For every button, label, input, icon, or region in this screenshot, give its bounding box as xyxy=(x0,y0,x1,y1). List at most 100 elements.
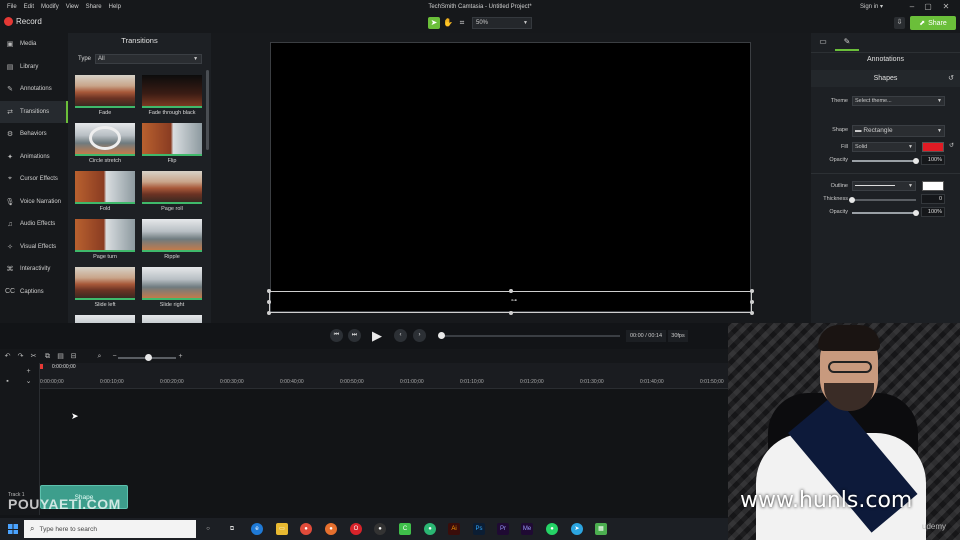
export-icon[interactable]: ⇩ xyxy=(894,17,905,29)
menu-edit[interactable]: Edit xyxy=(24,4,34,10)
outline-style-dropdown[interactable]: ▼ xyxy=(852,181,916,191)
reset-icon[interactable]: ↺ xyxy=(948,70,954,87)
undo-icon[interactable]: ↶ xyxy=(3,352,12,361)
menu-view[interactable]: View xyxy=(66,4,79,10)
transition-fade-through-black[interactable]: Fade through black xyxy=(142,75,202,116)
thickness-value[interactable]: 0 xyxy=(921,194,945,204)
transition-page-turn[interactable]: Page turn xyxy=(75,219,135,260)
sidebar-item-library[interactable]: ▤ Library xyxy=(0,56,68,79)
transition-fold[interactable]: Fold xyxy=(75,171,135,212)
reset-color-icon[interactable]: ↺ xyxy=(949,142,954,149)
outline-opacity-value[interactable]: 100% xyxy=(921,207,945,217)
slider-knob[interactable] xyxy=(913,158,919,164)
magnet-icon[interactable]: ▪ xyxy=(3,377,12,386)
menu-share[interactable]: Share xyxy=(86,4,102,10)
paste-icon[interactable]: ▤ xyxy=(56,352,65,361)
copy-icon[interactable]: ⧉ xyxy=(43,352,52,361)
step-back-icon[interactable]: ⏮ xyxy=(330,329,343,342)
app-window-icon[interactable]: ▦ xyxy=(595,523,607,535)
resize-handle[interactable] xyxy=(750,289,754,293)
edge-icon[interactable]: e xyxy=(251,523,263,535)
resize-handle[interactable] xyxy=(509,311,513,315)
transition-circle-stretch[interactable]: Circle stretch xyxy=(75,123,135,164)
cortana-icon[interactable]: ○ xyxy=(202,523,214,535)
thickness-slider[interactable] xyxy=(849,197,916,203)
step-forward-icon[interactable]: ⏭ xyxy=(348,329,361,342)
split-icon[interactable]: ⊟ xyxy=(69,352,78,361)
zoom-in-icon[interactable]: + xyxy=(176,352,185,361)
sidebar-item-captions[interactable]: CC Captions xyxy=(0,281,68,304)
close-icon[interactable]: ✕ xyxy=(940,1,952,13)
sidebar-item-transitions[interactable]: ⇄ Transitions xyxy=(0,100,68,123)
shape-dropdown[interactable]: ▬ Rectangle ▼ xyxy=(852,125,945,137)
track-area[interactable] xyxy=(40,389,728,515)
camtasia-icon[interactable]: C xyxy=(399,523,411,535)
telegram-icon[interactable]: ➤ xyxy=(571,523,583,535)
slider-knob[interactable] xyxy=(849,197,855,203)
outline-color-swatch[interactable] xyxy=(922,181,944,191)
previous-icon[interactable]: ‹ xyxy=(394,329,407,342)
fill-color-swatch[interactable] xyxy=(922,142,944,152)
resize-handle[interactable] xyxy=(267,300,271,304)
sidebar-item-behaviors[interactable]: ⚙ Behaviors xyxy=(0,123,68,146)
transition-ripple[interactable]: Ripple xyxy=(142,219,202,260)
record-button[interactable]: Record xyxy=(4,17,42,26)
slider-knob[interactable] xyxy=(913,210,919,216)
maximize-icon[interactable]: ▢ xyxy=(922,1,934,13)
menu-help[interactable]: Help xyxy=(109,4,121,10)
premiere-icon[interactable]: Pr xyxy=(497,523,509,535)
chrome-icon[interactable]: ● xyxy=(300,523,312,535)
annotation-properties-tab-icon[interactable]: ✎ xyxy=(835,37,859,51)
fill-type-dropdown[interactable]: Solid ▼ xyxy=(852,142,916,152)
add-track-icon[interactable]: + xyxy=(24,367,33,376)
hand-pan-icon[interactable]: ✋ xyxy=(442,17,454,29)
move-handle-icon[interactable]: ⊶ xyxy=(508,298,520,304)
visual-properties-tab-icon[interactable]: ▭ xyxy=(811,37,835,51)
minimize-icon[interactable]: – xyxy=(906,1,918,13)
windows-start-icon[interactable] xyxy=(8,524,18,534)
sidebar-item-audio-effects[interactable]: ♫ Audio Effects xyxy=(0,213,68,236)
taskbar-search-box[interactable]: ⌕ Type here to search xyxy=(24,520,196,538)
next-icon[interactable]: › xyxy=(413,329,426,342)
menu-modify[interactable]: Modify xyxy=(41,4,59,10)
play-icon[interactable]: ▶ xyxy=(368,327,386,345)
sign-in-link[interactable]: Sign in ▾ xyxy=(860,3,883,10)
fill-opacity-value[interactable]: 100% xyxy=(921,155,945,165)
sidebar-item-voice-narration[interactable]: 🎙 Voice Narration xyxy=(0,191,68,214)
resize-handle[interactable] xyxy=(509,289,513,293)
sidebar-item-interactivity[interactable]: ⌘ Interactivity xyxy=(0,258,68,281)
theme-dropdown[interactable]: Select theme... ▼ xyxy=(852,96,945,106)
playhead-marker[interactable] xyxy=(40,364,43,369)
sidebar-item-media[interactable]: ▣ Media xyxy=(0,33,68,56)
transition-slide-left[interactable]: Slide left xyxy=(75,267,135,308)
sidebar-item-animations[interactable]: ✦ Animations xyxy=(0,146,68,169)
resize-handle[interactable] xyxy=(267,289,271,293)
transition-flip[interactable]: Flip xyxy=(142,123,202,164)
github-icon[interactable]: ● xyxy=(374,523,386,535)
illustrator-icon[interactable]: Ai xyxy=(448,523,460,535)
zoom-dropdown[interactable]: 50% ▼ xyxy=(472,17,532,29)
app-green-icon[interactable]: ● xyxy=(424,523,436,535)
share-button[interactable]: ⬈ Share xyxy=(910,16,956,30)
transition-item-partial[interactable] xyxy=(142,315,202,323)
transition-item-partial[interactable] xyxy=(75,315,135,323)
resize-handle[interactable] xyxy=(750,311,754,315)
resize-handle[interactable] xyxy=(750,300,754,304)
menu-file[interactable]: File xyxy=(7,4,17,10)
whatsapp-icon[interactable]: ● xyxy=(546,523,558,535)
timeline-zoom-knob[interactable] xyxy=(145,354,152,361)
outline-opacity-slider[interactable] xyxy=(852,210,919,216)
resize-handle[interactable] xyxy=(267,311,271,315)
sidebar-item-cursor-effects[interactable]: ⌖ Cursor Effects xyxy=(0,168,68,191)
fill-opacity-slider[interactable] xyxy=(852,158,919,164)
photoshop-icon[interactable]: Ps xyxy=(473,523,485,535)
cut-icon[interactable]: ✂ xyxy=(29,352,38,361)
transition-fade[interactable]: Fade xyxy=(75,75,135,116)
transition-slide-right[interactable]: Slide right xyxy=(142,267,202,308)
transition-page-roll[interactable]: Page roll xyxy=(142,171,202,212)
media-encoder-icon[interactable]: Me xyxy=(521,523,533,535)
preview-canvas[interactable] xyxy=(270,42,751,312)
arrow-pointer-icon[interactable]: ➤ xyxy=(428,17,440,29)
crop-icon[interactable]: ⌗ xyxy=(456,17,468,29)
firefox-icon[interactable]: ● xyxy=(325,523,337,535)
